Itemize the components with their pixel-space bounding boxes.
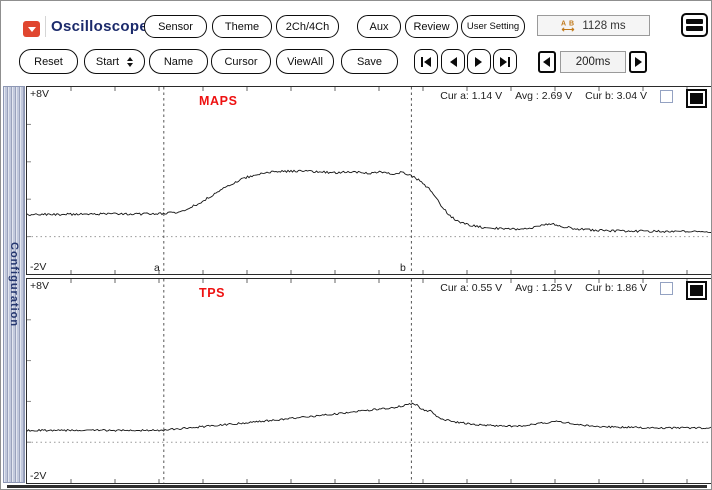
- channel-mode-button[interactable]: 2Ch/4Ch: [276, 15, 339, 38]
- cursor-b-readout: Cur b: 3.04 V: [585, 90, 647, 102]
- measurement-readout: Cur a: 0.55 V Avg : 1.25 V Cur b: 1.86 V: [440, 281, 707, 300]
- svg-text:A: A: [561, 21, 566, 28]
- step-back-icon: [450, 56, 457, 67]
- user-setting-button[interactable]: User Setting: [461, 15, 525, 38]
- skip-to-start-button[interactable]: [414, 49, 438, 74]
- svg-text:B: B: [569, 21, 574, 28]
- channel-name-label: TPS: [199, 286, 226, 300]
- avg-readout: Avg : 1.25 V: [515, 282, 573, 294]
- cursor-b-label: b: [400, 262, 406, 274]
- channel-panel-maps: +8V -2V MAPS Cur a: 1.14 V Avg : 2.69 V …: [26, 86, 711, 275]
- channel-panel-tps: +8V -2V TPS Cur a: 0.55 V Avg : 1.25 V C…: [26, 278, 711, 484]
- dropdown-arrow-icon: [27, 26, 36, 32]
- waveform-canvas-maps[interactable]: [27, 87, 711, 274]
- skip-to-end-button[interactable]: [493, 49, 517, 74]
- step-back-button[interactable]: [441, 49, 465, 74]
- avg-readout: Avg : 2.69 V: [515, 90, 573, 102]
- channel-checkbox[interactable]: [660, 282, 673, 295]
- channel-checkbox[interactable]: [660, 90, 673, 103]
- review-button[interactable]: Review: [405, 15, 458, 38]
- cursor-b-readout: Cur b: 1.86 V: [585, 282, 647, 294]
- ab-interval-display: A B 1128 ms: [537, 15, 650, 36]
- aux-button[interactable]: Aux: [357, 15, 401, 38]
- configuration-panel-label: Configuration: [8, 241, 20, 328]
- oscilloscope-window: Oscilloscope Sensor Theme 2Ch/4Ch Aux Re…: [0, 0, 712, 490]
- reset-button[interactable]: Reset: [19, 49, 78, 74]
- y-max-label: +8V: [30, 88, 49, 100]
- cursor-a-readout: Cur a: 0.55 V: [440, 282, 503, 294]
- left-arrow-icon: [543, 57, 550, 67]
- y-max-label: +8V: [30, 280, 49, 292]
- start-button-label: Start: [95, 55, 120, 68]
- app-dropdown-button[interactable]: [23, 21, 40, 37]
- sensor-button[interactable]: Sensor: [144, 15, 207, 38]
- step-forward-icon: [475, 56, 482, 67]
- timebase-prev-button[interactable]: [538, 51, 556, 73]
- channel-color-button[interactable]: [686, 89, 707, 108]
- channel-name-label: MAPS: [199, 94, 238, 108]
- cursor-button[interactable]: Cursor: [211, 49, 271, 74]
- right-arrow-icon: [635, 57, 642, 67]
- a-b-interval-icon: A B: [561, 21, 575, 32]
- skip-to-end-icon: [500, 56, 510, 67]
- cursor-a-readout: Cur a: 1.14 V: [440, 90, 503, 102]
- app-title: Oscilloscope: [51, 18, 148, 35]
- ab-interval-value: 1128 ms: [582, 19, 626, 32]
- title-separator: [45, 16, 46, 37]
- waveform-canvas-tps[interactable]: [27, 279, 711, 483]
- skip-to-start-icon: [421, 56, 431, 67]
- menu-icon[interactable]: [681, 13, 708, 37]
- cursor-a-label: a: [154, 262, 160, 274]
- step-forward-button[interactable]: [467, 49, 491, 74]
- y-min-label: -2V: [30, 470, 47, 482]
- up-down-spinner-icon: [127, 56, 134, 67]
- timebase-next-button[interactable]: [629, 51, 647, 73]
- configuration-panel-handle[interactable]: Configuration: [3, 86, 25, 483]
- measurement-readout: Cur a: 1.14 V Avg : 2.69 V Cur b: 3.04 V: [440, 89, 707, 108]
- bottom-border-bar: [7, 485, 707, 488]
- viewall-button[interactable]: ViewAll: [276, 49, 334, 74]
- timebase-display: 200ms: [560, 51, 626, 73]
- save-button[interactable]: Save: [341, 49, 398, 74]
- y-min-label: -2V: [30, 261, 47, 273]
- name-button[interactable]: Name: [149, 49, 208, 74]
- theme-button[interactable]: Theme: [212, 15, 272, 38]
- start-button[interactable]: Start: [84, 49, 145, 74]
- channel-color-button[interactable]: [686, 281, 707, 300]
